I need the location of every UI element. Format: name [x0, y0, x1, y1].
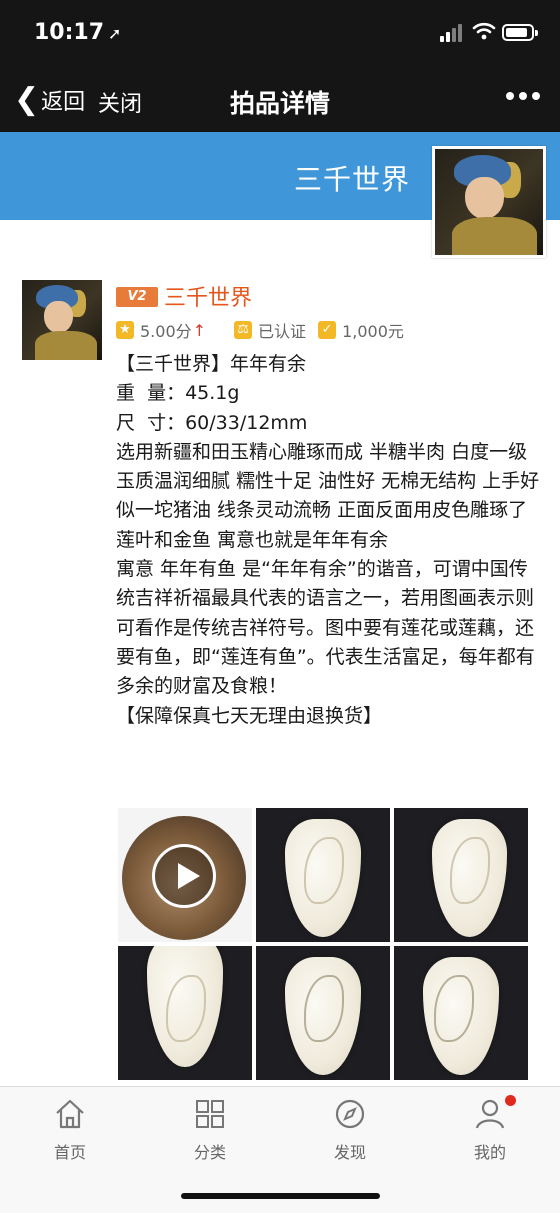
compass-icon — [335, 1099, 365, 1129]
photo-thumbnail[interactable] — [394, 808, 528, 942]
tab-discover[interactable]: 发现 — [310, 1097, 390, 1163]
category-grid-icon — [196, 1100, 224, 1128]
user-icon — [475, 1099, 505, 1129]
wifi-icon — [472, 22, 496, 40]
video-thumbnail[interactable] — [118, 808, 252, 942]
verified-label: 已认证 — [258, 322, 307, 341]
shop-avatar[interactable] — [432, 146, 546, 258]
description-line: 选用新疆和田玉精心雕琢而成 半糖半肉 白度一级 玉质温润细腻 糯性十足 油性好 … — [116, 440, 540, 551]
item-description: 【三千世界】年年有余 重 量：45.1g 尺 寸：60/33/12mm 选用新疆… — [116, 350, 540, 731]
close-button[interactable]: 关闭 — [98, 86, 142, 118]
star-icon: ★ — [116, 321, 134, 339]
notification-dot — [505, 1095, 516, 1106]
tab-category[interactable]: 分类 — [170, 1097, 250, 1163]
home-indicator[interactable] — [181, 1193, 380, 1199]
photo-thumbnail[interactable] — [256, 808, 390, 942]
home-icon — [56, 1099, 84, 1129]
signal-icon — [440, 24, 464, 42]
photo-grid — [118, 808, 528, 1086]
play-icon[interactable] — [152, 844, 216, 908]
description-line: 重 量：45.1g — [116, 382, 240, 405]
battery-icon — [502, 24, 538, 41]
status-time: 10:17 ➚ — [34, 20, 122, 45]
photo-thumbnail[interactable] — [118, 946, 252, 1080]
seller-meta: ★ 5.00分 ↑ ⚖ 已认证 ✓ 1,000元 — [116, 318, 416, 342]
shield-check-icon: ✓ — [318, 321, 337, 339]
description-line: 寓意 年年有鱼 是“年年有余”的谐音，可谓中国传统吉祥祈福最具代表的语言之一，若… — [116, 558, 535, 698]
banner-shop-name: 三千世界 — [293, 163, 410, 196]
seller-avatar[interactable] — [22, 280, 102, 360]
rating-value: 5.00分 — [140, 322, 192, 341]
back-button[interactable]: ❮ 返回 — [14, 84, 85, 116]
deposit-label: 1,000元 — [342, 322, 404, 341]
seller-name[interactable]: 三千世界 — [164, 280, 252, 312]
location-arrow-icon: ➚ — [108, 24, 122, 43]
photo-thumbnail[interactable] — [256, 946, 390, 1080]
gavel-icon: ⚖ — [234, 321, 253, 339]
description-line: 【三千世界】年年有余 — [116, 353, 307, 375]
tab-label: 首页 — [53, 1143, 86, 1162]
chevron-left-icon: ❮ — [14, 82, 40, 117]
status-bar: 10:17 ➚ — [0, 0, 560, 70]
tab-label: 发现 — [333, 1143, 366, 1162]
avatar-image — [435, 149, 543, 255]
vip-badge: V2 — [116, 287, 158, 307]
description-line: 尺 寸：60/33/12mm — [116, 411, 308, 434]
tab-label: 我的 — [473, 1143, 506, 1162]
tab-mine[interactable]: 我的 — [450, 1095, 530, 1163]
tab-label: 分类 — [193, 1143, 226, 1162]
description-line: 【保障保真七天无理由退换货】 — [116, 704, 383, 727]
photo-thumbnail[interactable] — [394, 946, 528, 1080]
more-dots-icon[interactable] — [506, 92, 540, 102]
rating-up-icon: ↑ — [192, 320, 207, 340]
tab-home[interactable]: 首页 — [30, 1097, 110, 1163]
avatar-image — [22, 280, 102, 360]
nav-bar: ❮ 返回 关闭 拍品详情 — [0, 70, 560, 132]
